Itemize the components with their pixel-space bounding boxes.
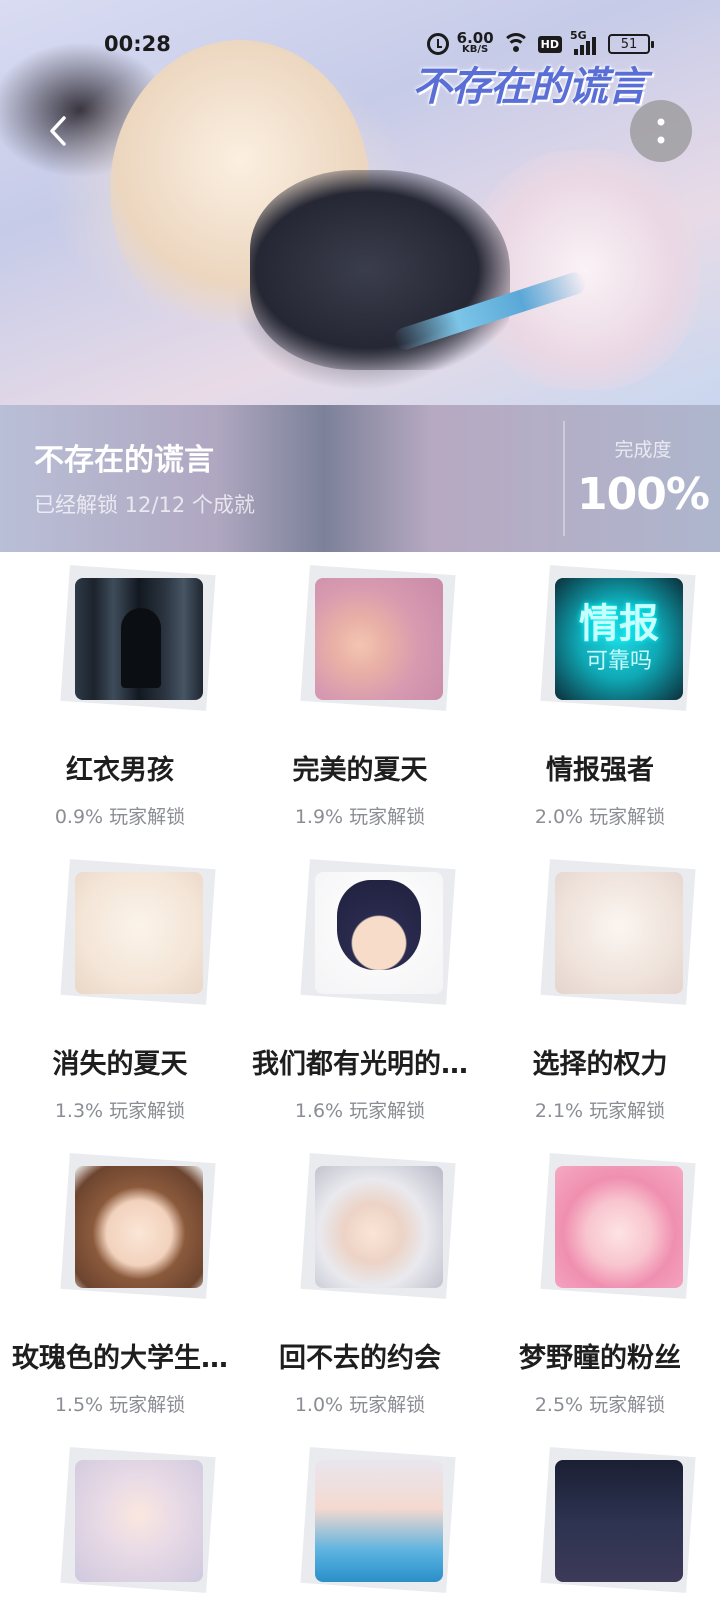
network-speed-value: 6.00 — [456, 29, 494, 47]
achievement-rate: 1.9% 玩家解锁 — [294, 806, 426, 828]
achievement-name: 我们都有光明的… — [252, 1049, 468, 1080]
achievement-name: 回不去的约会 — [279, 1343, 441, 1374]
achievement-thumb — [297, 1447, 456, 1596]
network-speed-unit: KB/S — [462, 44, 489, 55]
achievement-card[interactable]: 完美的夏天 1.9% 玩家解锁 — [240, 552, 480, 852]
achievement-card[interactable] — [480, 1434, 720, 1600]
achievement-thumb — [537, 859, 696, 1008]
achievement-name: 完美的夏天 — [292, 755, 428, 786]
achievement-card[interactable]: 消失的夏天 1.3% 玩家解锁 — [0, 846, 240, 1146]
status-bar: 00:28 6.00 KB/S HD 5G 51 — [0, 26, 720, 66]
thumb-sign-subtext: 可靠吗 — [585, 649, 652, 674]
achievement-name: 红衣男孩 — [66, 755, 174, 786]
achievement-thumb — [537, 1447, 696, 1596]
pink-hair-girl-image — [315, 578, 443, 700]
achievement-rate: 1.3% 玩家解锁 — [54, 1100, 186, 1122]
achievement-card[interactable]: 情报 可靠吗 情报强者 2.0% 玩家解锁 — [480, 552, 720, 852]
achievement-name: 消失的夏天 — [52, 1049, 188, 1080]
white-hair-girl-image — [555, 872, 683, 994]
achievement-card[interactable] — [0, 1434, 240, 1600]
network-type: 5G — [570, 29, 587, 42]
achievement-card[interactable]: 红衣男孩 0.9% 玩家解锁 — [0, 552, 240, 852]
achievement-rate: 1.5% 玩家解锁 — [54, 1394, 186, 1416]
achievement-thumb: 情报 可靠吗 — [537, 565, 696, 714]
lilac-hair-girl-image — [75, 1460, 203, 1582]
more-vertical-icon — [657, 118, 665, 144]
network-speed: 6.00 KB/S — [456, 29, 494, 56]
achievement-thumb — [57, 859, 216, 1008]
completion-value: 100% — [577, 469, 710, 520]
achievement-name: 玫瑰色的大学生… — [12, 1343, 228, 1374]
achievement-name: 选择的权力 — [532, 1049, 668, 1080]
achievement-name: 情报强者 — [546, 755, 654, 786]
achievement-rate: 1.0% 玩家解锁 — [294, 1394, 426, 1416]
achievement-rate: 2.1% 玩家解锁 — [534, 1100, 666, 1122]
achievement-rate: 1.6% 玩家解锁 — [294, 1100, 426, 1122]
glasses-boy-image — [315, 872, 443, 994]
achievement-thumb — [297, 565, 456, 714]
achievement-thumb — [297, 859, 456, 1008]
alarm-icon — [426, 33, 449, 55]
achievement-card[interactable]: 玫瑰色的大学生… 1.5% 玩家解锁 — [0, 1140, 240, 1440]
hero-banner: 不存在的谎言 00:28 6.00 KB/S HD 5G 51 — [0, 0, 720, 405]
divider — [563, 421, 565, 536]
achievement-card[interactable]: 我们都有光明的… 1.6% 玩家解锁 — [240, 846, 480, 1146]
hero-art-jacket — [250, 170, 510, 370]
unlock-summary: 已经解锁 12/12 个成就 — [34, 493, 255, 517]
achievement-card[interactable]: 回不去的约会 1.0% 玩家解锁 — [240, 1140, 480, 1440]
pink-twintails-girl-image — [555, 1166, 683, 1288]
achievement-thumb — [57, 565, 216, 714]
thumb-sign-text: 情报 — [579, 601, 659, 647]
signal-icon: 5G — [570, 29, 600, 55]
completion-label: 完成度 — [614, 439, 672, 461]
back-button[interactable] — [28, 100, 90, 162]
status-icons: 6.00 KB/S HD 5G 51 — [426, 29, 654, 56]
teal-sign-image: 情报 可靠吗 — [555, 578, 683, 700]
achievement-thumb — [537, 1153, 696, 1302]
pool-girl-image — [315, 1460, 443, 1582]
status-time: 00:28 — [104, 32, 171, 56]
more-options-button[interactable] — [630, 100, 692, 162]
battery-icon: 51 — [608, 34, 654, 54]
achievement-card[interactable] — [240, 1434, 480, 1600]
achievement-rate: 0.9% 玩家解锁 — [54, 806, 186, 828]
sketch-girl-image — [75, 872, 203, 994]
hd-icon: HD — [537, 35, 562, 53]
game-title: 不存在的谎言 — [34, 443, 214, 478]
battery-level: 51 — [620, 36, 638, 52]
achievement-rate: 2.5% 玩家解锁 — [534, 1394, 666, 1416]
brown-hair-girl-image — [75, 1166, 203, 1288]
night-scene-image — [555, 1460, 683, 1582]
achievement-card[interactable]: 选择的权力 2.1% 玩家解锁 — [480, 846, 720, 1146]
achievement-name: 梦野瞳的粉丝 — [519, 1343, 681, 1374]
achievement-thumb — [57, 1447, 216, 1596]
achievement-card[interactable]: 梦野瞳的粉丝 2.5% 玩家解锁 — [480, 1140, 720, 1440]
achievement-thumb — [57, 1153, 216, 1302]
chevron-left-icon — [50, 116, 66, 146]
achievement-thumb — [297, 1153, 456, 1302]
silver-hair-girl-image — [315, 1166, 443, 1288]
game-info-band: 不存在的谎言 已经解锁 12/12 个成就 完成度 100% — [0, 405, 720, 552]
dark-figure-image — [75, 578, 203, 700]
achievement-rate: 2.0% 玩家解锁 — [534, 806, 666, 828]
wifi-icon — [501, 33, 530, 55]
